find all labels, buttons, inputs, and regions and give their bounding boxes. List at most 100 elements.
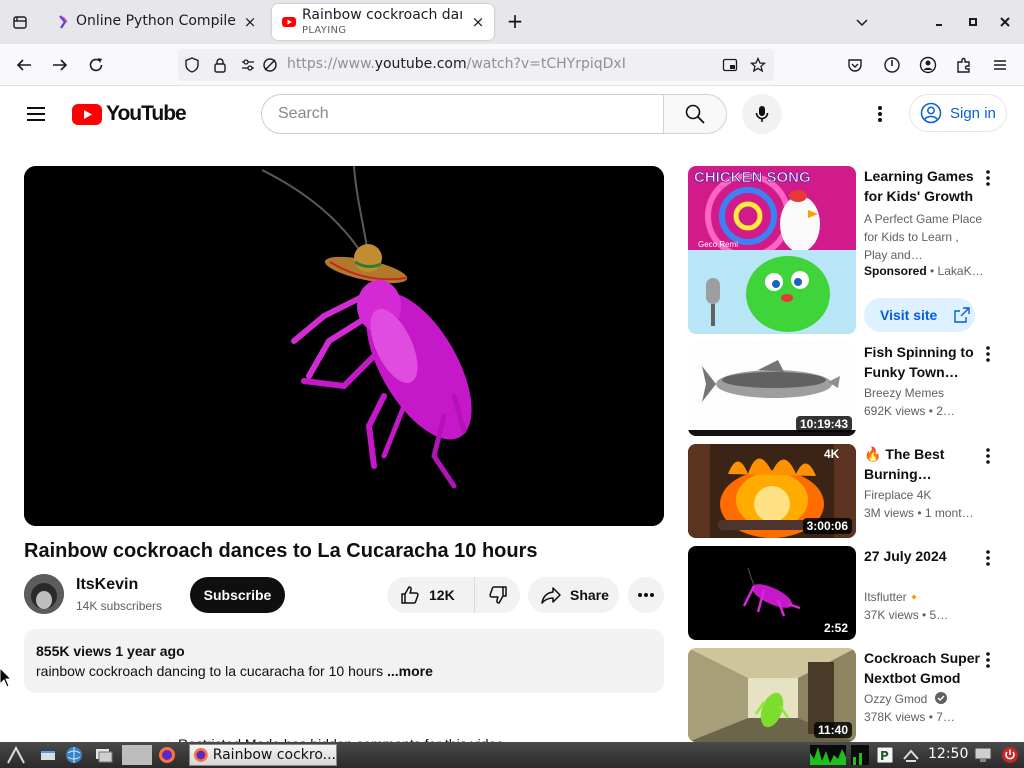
search-button[interactable] <box>663 94 727 134</box>
ad-menu-icon[interactable] <box>978 168 998 188</box>
recommendation-item[interactable]: 11:40 Cockroach Super Nextbot Gmod Ozzy … <box>688 648 1008 742</box>
video-title-link[interactable]: Cockroach Super Nextbot Gmod <box>864 648 982 688</box>
new-tab-button[interactable]: + <box>503 10 527 34</box>
tab-title: Rainbow cockroach danc <box>302 7 462 23</box>
video-title-link[interactable]: Fish Spinning to Funky Town… <box>864 342 982 382</box>
video-thumbnail[interactable]: 10:19:43 <box>688 342 856 436</box>
lock-icon[interactable] <box>212 57 228 73</box>
forward-arrow-icon[interactable] <box>48 53 72 77</box>
app-menu-icon[interactable] <box>988 53 1012 77</box>
subscribe-button[interactable]: Subscribe <box>190 577 285 613</box>
close-window-icon[interactable] <box>993 10 1017 34</box>
taskbar-window-button[interactable]: Rainbow cockro... <box>189 744 337 766</box>
back-arrow-icon[interactable] <box>12 53 36 77</box>
ad-card[interactable]: CHICKEN SONG Geco Remi Learning Games fo… <box>688 166 1008 336</box>
youtube-logo[interactable]: YouTube <box>72 101 187 127</box>
thumbnail-title-text: CHICKEN SONG <box>694 169 811 186</box>
external-link-icon <box>954 307 971 323</box>
channel-name[interactable]: Fireplace 4K <box>864 488 931 502</box>
guide-menu-icon[interactable] <box>24 102 48 126</box>
channel-name[interactable]: Itsflutter🔸 <box>864 590 922 604</box>
channel-name-link[interactable]: ItsKevin <box>76 576 138 594</box>
autoplay-blocked-icon[interactable] <box>262 57 278 73</box>
thumbs-down-icon <box>488 586 507 604</box>
settings-more-icon[interactable] <box>868 102 892 126</box>
start-menu-icon[interactable] <box>6 745 26 765</box>
sync-account-icon[interactable] <box>880 53 904 77</box>
firefox-window-icon <box>193 748 208 762</box>
video-title-link[interactable]: 27 July 2024 <box>864 546 982 566</box>
minimize-window-icon[interactable] <box>927 10 951 34</box>
recommendation-item[interactable]: 10:19:43 Fish Spinning to Funky Town… Br… <box>688 342 1008 438</box>
video-menu-icon[interactable] <box>978 344 998 364</box>
description-text: rainbow cockroach dancing to la cucarach… <box>36 663 433 679</box>
profile-icon[interactable] <box>916 53 940 77</box>
video-menu-icon[interactable] <box>978 446 998 466</box>
svg-text:P: P <box>880 749 889 763</box>
permissions-sliders-icon[interactable] <box>240 57 256 73</box>
channel-name[interactable]: Breezy Memes <box>864 386 944 400</box>
video-duration: 3:00:06 <box>802 518 852 534</box>
share-label: Share <box>570 587 609 603</box>
voice-search-button[interactable] <box>742 94 782 134</box>
show-desktop-icon[interactable] <box>38 745 58 765</box>
tab-close-icon[interactable]: × <box>242 14 258 30</box>
tab-python-compiler[interactable]: Online Python Compiler (I × <box>46 4 266 40</box>
recommendation-item[interactable]: 2:52 27 July 2024 Itsflutter🔸 37K views … <box>688 546 1008 642</box>
share-button[interactable]: Share <box>528 577 619 613</box>
tab-close-icon[interactable]: × <box>470 14 486 30</box>
firefox-launcher-icon[interactable] <box>157 745 177 765</box>
video-player[interactable] <box>24 166 664 526</box>
chicken-song-thumbnail: CHICKEN SONG Geco Remi <box>688 166 856 334</box>
video-menu-icon[interactable] <box>978 548 998 568</box>
youtube-header: YouTube Sign in <box>0 86 1024 142</box>
bookmark-star-icon[interactable] <box>750 57 766 73</box>
show-more-link[interactable]: ...more <box>387 663 433 679</box>
tab-youtube-video[interactable]: Rainbow cockroach danc PLAYING × <box>272 4 494 40</box>
picture-in-picture-icon[interactable] <box>722 57 738 73</box>
screen-tray-icon[interactable] <box>973 745 993 765</box>
video-thumbnail[interactable]: 11:40 <box>688 648 856 742</box>
more-actions-button[interactable] <box>628 577 664 613</box>
video-thumbnail[interactable]: 2:52 <box>688 546 856 640</box>
dislike-button[interactable] <box>475 577 520 613</box>
sign-in-button[interactable]: Sign in <box>909 94 1007 132</box>
power-button-icon[interactable] <box>1000 745 1020 765</box>
maximize-window-icon[interactable] <box>961 10 985 34</box>
network-tray-icon[interactable] <box>901 745 921 765</box>
thumbs-up-icon <box>401 586 419 604</box>
pocket-icon[interactable] <box>843 53 867 77</box>
tab-overflow-chevron-icon[interactable] <box>850 10 874 34</box>
video-menu-icon[interactable] <box>978 650 998 670</box>
file-manager-icon[interactable] <box>94 745 114 765</box>
video-duration: 2:52 <box>819 620 852 636</box>
web-browser-launcher-icon[interactable] <box>64 745 84 765</box>
taskbar-clock[interactable]: 12:50 <box>928 746 968 762</box>
search-input[interactable] <box>262 95 664 133</box>
workspace-switcher[interactable] <box>122 745 152 765</box>
youtube-play-logo-icon <box>72 103 102 125</box>
video-meta: 378K views • 7… <box>864 710 955 724</box>
recommendation-item[interactable]: 4K 3:00:06 🔥 The Best Burning… Fireplace… <box>688 444 1008 540</box>
parking-tray-icon[interactable]: P <box>875 745 895 765</box>
extensions-puzzle-icon[interactable] <box>952 53 976 77</box>
video-title-link[interactable]: 🔥 The Best Burning… <box>864 444 982 484</box>
youtube-favicon-icon <box>282 15 296 29</box>
address-bar[interactable]: https://www.youtube.com/watch?v=tCHYrpiq… <box>178 49 774 81</box>
video-thumbnail[interactable]: 4K 3:00:06 <box>688 444 856 538</box>
video-duration: 10:19:43 <box>795 416 852 432</box>
like-button[interactable]: 12K <box>387 577 475 613</box>
channel-name[interactable]: Ozzy Gmod <box>864 692 947 706</box>
ad-thumbnail[interactable]: CHICKEN SONG Geco Remi <box>688 166 856 334</box>
microphone-icon <box>755 106 769 122</box>
visit-site-button[interactable]: Visit site <box>864 298 975 332</box>
ad-title[interactable]: Learning Games for Kids' Growth <box>864 166 982 206</box>
reload-icon[interactable] <box>84 53 108 77</box>
video-title: Rainbow cockroach dances to La Cucaracha… <box>24 540 538 562</box>
description-box[interactable]: 855K views 1 year ago rainbow cockroach … <box>24 629 664 693</box>
channel-avatar[interactable] <box>24 574 64 614</box>
tab-list-icon[interactable] <box>8 10 32 34</box>
tracking-protection-shield-icon[interactable] <box>184 57 200 73</box>
taskbar-window-title: Rainbow cockro... <box>212 747 336 763</box>
browser-nav-bar: https://www.youtube.com/watch?v=tCHYrpiq… <box>0 44 1024 86</box>
